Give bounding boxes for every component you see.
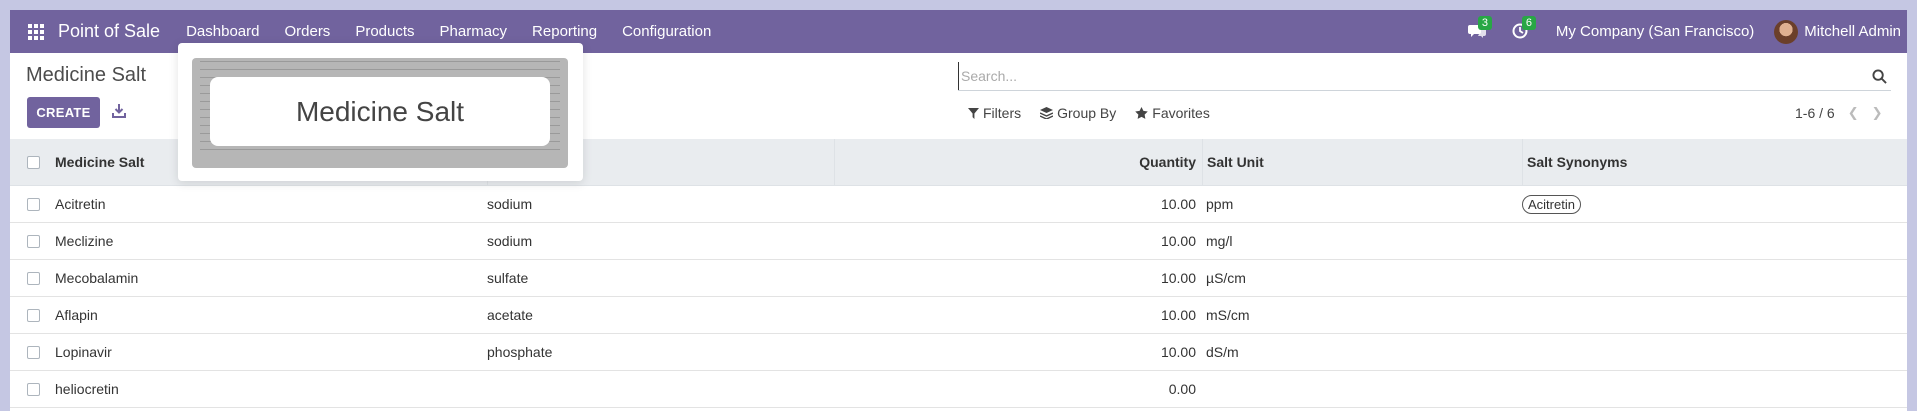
cell-type: sodium [487,233,533,249]
table-row[interactable]: Aflapin acetate 10.00 mS/cm [10,297,1907,334]
cell-unit: µS/cm [1206,270,1246,286]
row-checkbox[interactable] [27,197,40,211]
app-name[interactable]: Point of Sale [58,21,160,42]
cell-name: heliocretin [55,381,119,397]
menu-products[interactable]: Products [355,23,414,40]
activities-button[interactable]: 6 [1512,15,1537,41]
row-checkbox[interactable] [27,271,40,285]
menu-reporting[interactable]: Reporting [532,23,597,40]
table-row[interactable]: Meclizine sodium 10.00 mg/l [10,223,1907,260]
search-bar [958,62,1891,91]
cell-name: Acitretin [55,196,106,212]
user-menu[interactable]: Mitchell Admin [1804,23,1901,40]
menu-dashboard[interactable]: Dashboard [186,23,259,40]
cell-type: sodium [487,196,533,212]
drag-preview-thumbnail: Medicine Salt [192,58,568,168]
select-all-checkbox[interactable] [27,155,40,169]
messages-button[interactable]: 3 [1467,15,1493,41]
group-by-label: Group By [1057,105,1117,121]
row-checkbox[interactable] [27,345,40,359]
cell-unit: dS/m [1206,344,1239,360]
messages-count-badge: 3 [1477,15,1493,30]
group-by-dropdown[interactable]: Group By [1040,105,1116,121]
row-checkbox[interactable] [27,382,40,396]
search-input[interactable] [958,62,1858,90]
pager-previous-icon[interactable]: ❮ [1848,105,1859,121]
synonym-tag: Acitretin [1522,194,1581,214]
apps-menu-icon[interactable] [28,23,44,40]
navbar-systray: 3 6 My Company (San Francisco) Mitchell … [1467,10,1901,53]
cell-unit: ppm [1206,196,1234,212]
cell-quantity: 10.00 [1160,307,1196,323]
company-switcher[interactable]: My Company (San Francisco) [1556,23,1754,40]
table-row[interactable]: Acitretin sodium 10.00 ppm Acitretin [10,186,1907,223]
cell-unit: mg/l [1206,233,1233,249]
favorites-dropdown[interactable]: Favorites [1135,105,1210,121]
column-header-salt-synonyms[interactable]: Salt Synonyms [1522,138,1902,186]
cell-quantity: 10.00 [1160,344,1196,360]
menu-configuration[interactable]: Configuration [622,23,711,40]
cell-type: phosphate [487,344,553,360]
pager-value[interactable]: 1-6 / 6 [1795,105,1835,121]
drag-preview-label: Medicine Salt [210,77,550,146]
table-row[interactable]: Mecobalamin sulfate 10.00 µS/cm [10,260,1907,297]
download-icon[interactable] [111,103,127,119]
drag-preview-popup: Medicine Salt [178,43,583,181]
cell-synonyms: Acitretin [1522,194,1902,214]
column-header-quantity[interactable]: Quantity [834,138,1202,186]
activities-count-badge: 6 [1521,15,1537,30]
menu-orders[interactable]: Orders [284,23,330,40]
create-button[interactable]: CREATE [27,97,100,128]
cell-quantity: 10.00 [1160,233,1196,249]
app-window: Point of Sale Dashboard Orders Products … [10,10,1907,411]
column-header-salt-unit[interactable]: Salt Unit [1202,138,1522,186]
cell-name: Meclizine [55,233,114,249]
cell-quantity: 0.00 [1168,381,1196,397]
cell-unit: mS/cm [1206,307,1250,323]
table-row[interactable]: heliocretin 0.00 [10,371,1907,408]
cell-quantity: 10.00 [1160,270,1196,286]
filters-label: Filters [983,105,1022,121]
star-icon [1135,107,1149,119]
filters-dropdown[interactable]: Filters [968,105,1021,121]
cell-type: acetate [487,307,533,323]
cell-name: Mecobalamin [55,270,139,286]
cell-name: Lopinavir [55,344,112,360]
cell-quantity: 10.00 [1160,196,1196,212]
menu-pharmacy[interactable]: Pharmacy [440,23,508,40]
cell-type: sulfate [487,270,529,286]
row-checkbox[interactable] [27,234,40,248]
filter-icon [968,107,979,119]
page-title: Medicine Salt [26,64,147,86]
cell-type [487,371,834,407]
user-avatar[interactable] [1774,19,1799,44]
layers-icon [1040,107,1054,119]
favorites-label: Favorites [1152,105,1210,121]
pager: 1-6 / 6 ❮ ❯ [1795,105,1883,121]
row-checkbox[interactable] [27,308,40,322]
table-row[interactable]: Lopinavir phosphate 10.00 dS/m [10,334,1907,371]
pager-next-icon[interactable]: ❯ [1872,105,1883,121]
cell-name: Aflapin [55,307,98,323]
search-options: Filters Group By Favorites [968,105,1229,121]
search-icon[interactable] [1872,69,1887,84]
